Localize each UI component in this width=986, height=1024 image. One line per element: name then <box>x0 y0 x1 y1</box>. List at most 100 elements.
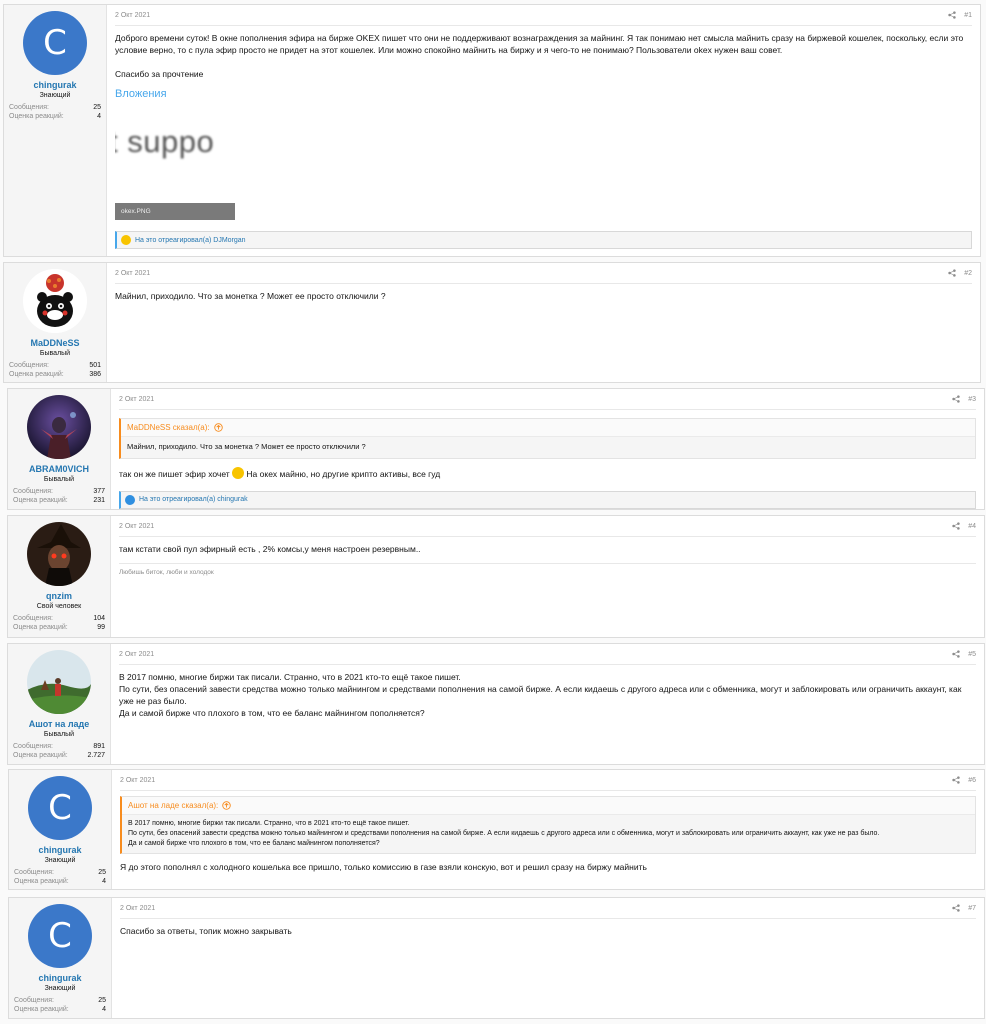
stat-label: Оценка реакций: <box>13 497 68 504</box>
attachment-thumbnail[interactable]: t suppo okex.PNG <box>115 110 235 220</box>
post-header: 2 Окт 2021 #7 <box>120 898 976 919</box>
avatar[interactable]: C <box>23 11 87 75</box>
share-icon[interactable] <box>952 776 960 784</box>
stat-value: 231 <box>93 497 105 504</box>
user-stats: Сообщения: 501 Оценка реакций: 386 <box>9 361 101 379</box>
post-main: 2 Окт 2021 #3 MaDDNeSS сказал(а): Майнил… <box>111 389 984 509</box>
post-main: 2 Окт 2021 #4 там кстати свой пул эфирны… <box>111 516 984 637</box>
user-cell: ABRAM0VICH Бывалый Сообщения: 377 Оценка … <box>8 389 111 509</box>
share-icon[interactable] <box>948 269 956 277</box>
grin-emoji-icon <box>232 466 245 479</box>
post-date[interactable]: 2 Окт 2021 <box>120 905 155 912</box>
stat-label: Сообщения: <box>14 869 54 876</box>
share-icon[interactable] <box>952 650 960 658</box>
post-main: 2 Окт 2021 #2 Майнил, приходило. Что за … <box>107 263 980 382</box>
user-cell: MaDDNeSS Бывалый Сообщения: 501 Оценка ре… <box>4 263 107 382</box>
user-cell: C chingurak Знающий Сообщения: 25 Оценка … <box>9 770 112 889</box>
username[interactable]: chingurak <box>38 973 81 983</box>
post-date[interactable]: 2 Окт 2021 <box>115 12 150 19</box>
avatar[interactable]: C <box>28 776 92 840</box>
user-title: Знающий <box>39 92 71 99</box>
attachment-filename[interactable]: okex.PNG <box>115 203 235 220</box>
post-date[interactable]: 2 Окт 2021 <box>119 523 154 530</box>
share-icon[interactable] <box>952 395 960 403</box>
avatar[interactable] <box>27 395 91 459</box>
post-header: 2 Окт 2021 #2 <box>115 263 972 284</box>
share-icon[interactable] <box>952 904 960 912</box>
post-number[interactable]: #7 <box>968 905 976 912</box>
reactions-bar[interactable]: На это отреагировал(а) DJMorgan <box>115 231 972 249</box>
avatar[interactable] <box>23 269 87 333</box>
username[interactable]: qnzim <box>46 591 72 601</box>
user-title: Знающий <box>44 985 76 992</box>
post-text: Майнил, приходило. Что за монетка ? Може… <box>115 291 386 301</box>
stat-value: 4 <box>102 878 106 885</box>
stat-label: Сообщения: <box>13 615 53 622</box>
post-text: так он же пишет эфир хочет На океx майню… <box>119 466 976 480</box>
username[interactable]: Ашот на ладе <box>29 719 90 729</box>
quote-block: Ашот на ладе сказал(а): В 2017 помню, мн… <box>120 796 976 854</box>
quote-line: В 2017 помню, многие биржи так писали. С… <box>128 820 410 827</box>
stat-label: Оценка реакций: <box>13 752 68 759</box>
stat-label: Оценка реакций: <box>9 113 64 120</box>
post-date[interactable]: 2 Окт 2021 <box>115 270 150 277</box>
username[interactable]: MaDDNeSS <box>30 338 79 348</box>
post-date[interactable]: 2 Окт 2021 <box>120 777 155 784</box>
reactions-bar[interactable]: На это отреагировал(а) chingurak <box>119 490 976 509</box>
post-number[interactable]: #4 <box>968 523 976 530</box>
kumamon-avatar-icon <box>23 269 87 333</box>
post-body: Доброго времени суток! В окне пополнения… <box>115 32 972 80</box>
post-number[interactable]: #6 <box>968 777 976 784</box>
reaction-text[interactable]: На это отреагировал(а) DJMorgan <box>135 237 246 244</box>
reaction-text[interactable]: На это отреагировал(а) chingurak <box>139 496 248 503</box>
post-7: C chingurak Знающий Сообщения: 25 Оценка … <box>8 897 985 1019</box>
stat-label: Сообщения: <box>9 362 49 369</box>
user-title: Бывалый <box>39 350 71 357</box>
post-number[interactable]: #1 <box>964 12 972 19</box>
share-icon[interactable] <box>948 11 956 19</box>
post-number[interactable]: #2 <box>964 270 972 277</box>
username[interactable]: chingurak <box>33 80 76 90</box>
post-6: C chingurak Знающий Сообщения: 25 Оценка … <box>8 769 985 890</box>
quote-author[interactable]: MaDDNeSS сказал(а): <box>127 423 210 432</box>
quote-author[interactable]: Ашот на ладе сказал(а): <box>128 801 218 810</box>
user-cell: C chingurak Знающий Сообщения: 25 Оценка … <box>9 898 112 1018</box>
avatar[interactable] <box>27 522 91 586</box>
post-text: Доброго времени суток! В окне пополнения… <box>115 33 964 55</box>
quote-header[interactable]: Ашот на ладе сказал(а): <box>122 797 975 815</box>
avatar[interactable]: C <box>28 904 92 968</box>
post-text-part: так он же пишет эфир хочет <box>119 468 230 479</box>
wizard-avatar-icon <box>27 522 91 586</box>
username[interactable]: ABRAM0VICH <box>29 464 89 474</box>
stat-value: 891 <box>93 743 105 750</box>
stat-value: 99 <box>97 624 105 631</box>
avatar[interactable] <box>27 650 91 714</box>
post-header: 2 Окт 2021 #4 <box>119 516 976 537</box>
quote-body: Майнил, приходило. Что за монетка ? Може… <box>127 442 366 451</box>
post-number[interactable]: #3 <box>968 396 976 403</box>
post-date[interactable]: 2 Окт 2021 <box>119 651 154 658</box>
jump-to-quote-icon[interactable] <box>214 423 223 432</box>
landscape-avatar-icon <box>27 650 91 714</box>
post-body: так он же пишет эфир хочет На океx майню… <box>119 466 976 480</box>
post-5: Ашот на ладе Бывалый Сообщения: 891 Оценк… <box>7 643 985 765</box>
stat-value: 25 <box>93 104 101 111</box>
user-stats: Сообщения: 377 Оценка реакций: 231 <box>13 487 105 505</box>
post-header: 2 Окт 2021 #5 <box>119 644 976 665</box>
user-stats: Сообщения: 25 Оценка реакций: 4 <box>14 996 106 1014</box>
user-title: Знающий <box>44 857 76 864</box>
share-icon[interactable] <box>952 522 960 530</box>
post-text: Я до этого пополнял с холодного кошелька… <box>120 862 647 872</box>
user-stats: Сообщения: 891 Оценка реакций: 2.727 <box>13 742 105 760</box>
user-title: Свой человек <box>36 603 82 610</box>
stat-value: 25 <box>98 869 106 876</box>
quote-header[interactable]: MaDDNeSS сказал(а): <box>121 419 975 437</box>
post-4: qnzim Свой человек Сообщения: 104 Оценка … <box>7 515 985 638</box>
smile-reaction-icon <box>121 235 131 245</box>
post-date[interactable]: 2 Окт 2021 <box>119 396 154 403</box>
jump-to-quote-icon[interactable] <box>222 801 231 810</box>
post-number[interactable]: #5 <box>968 651 976 658</box>
username[interactable]: chingurak <box>38 845 81 855</box>
stat-label: Сообщения: <box>13 488 53 495</box>
user-title: Бывалый <box>43 731 75 738</box>
